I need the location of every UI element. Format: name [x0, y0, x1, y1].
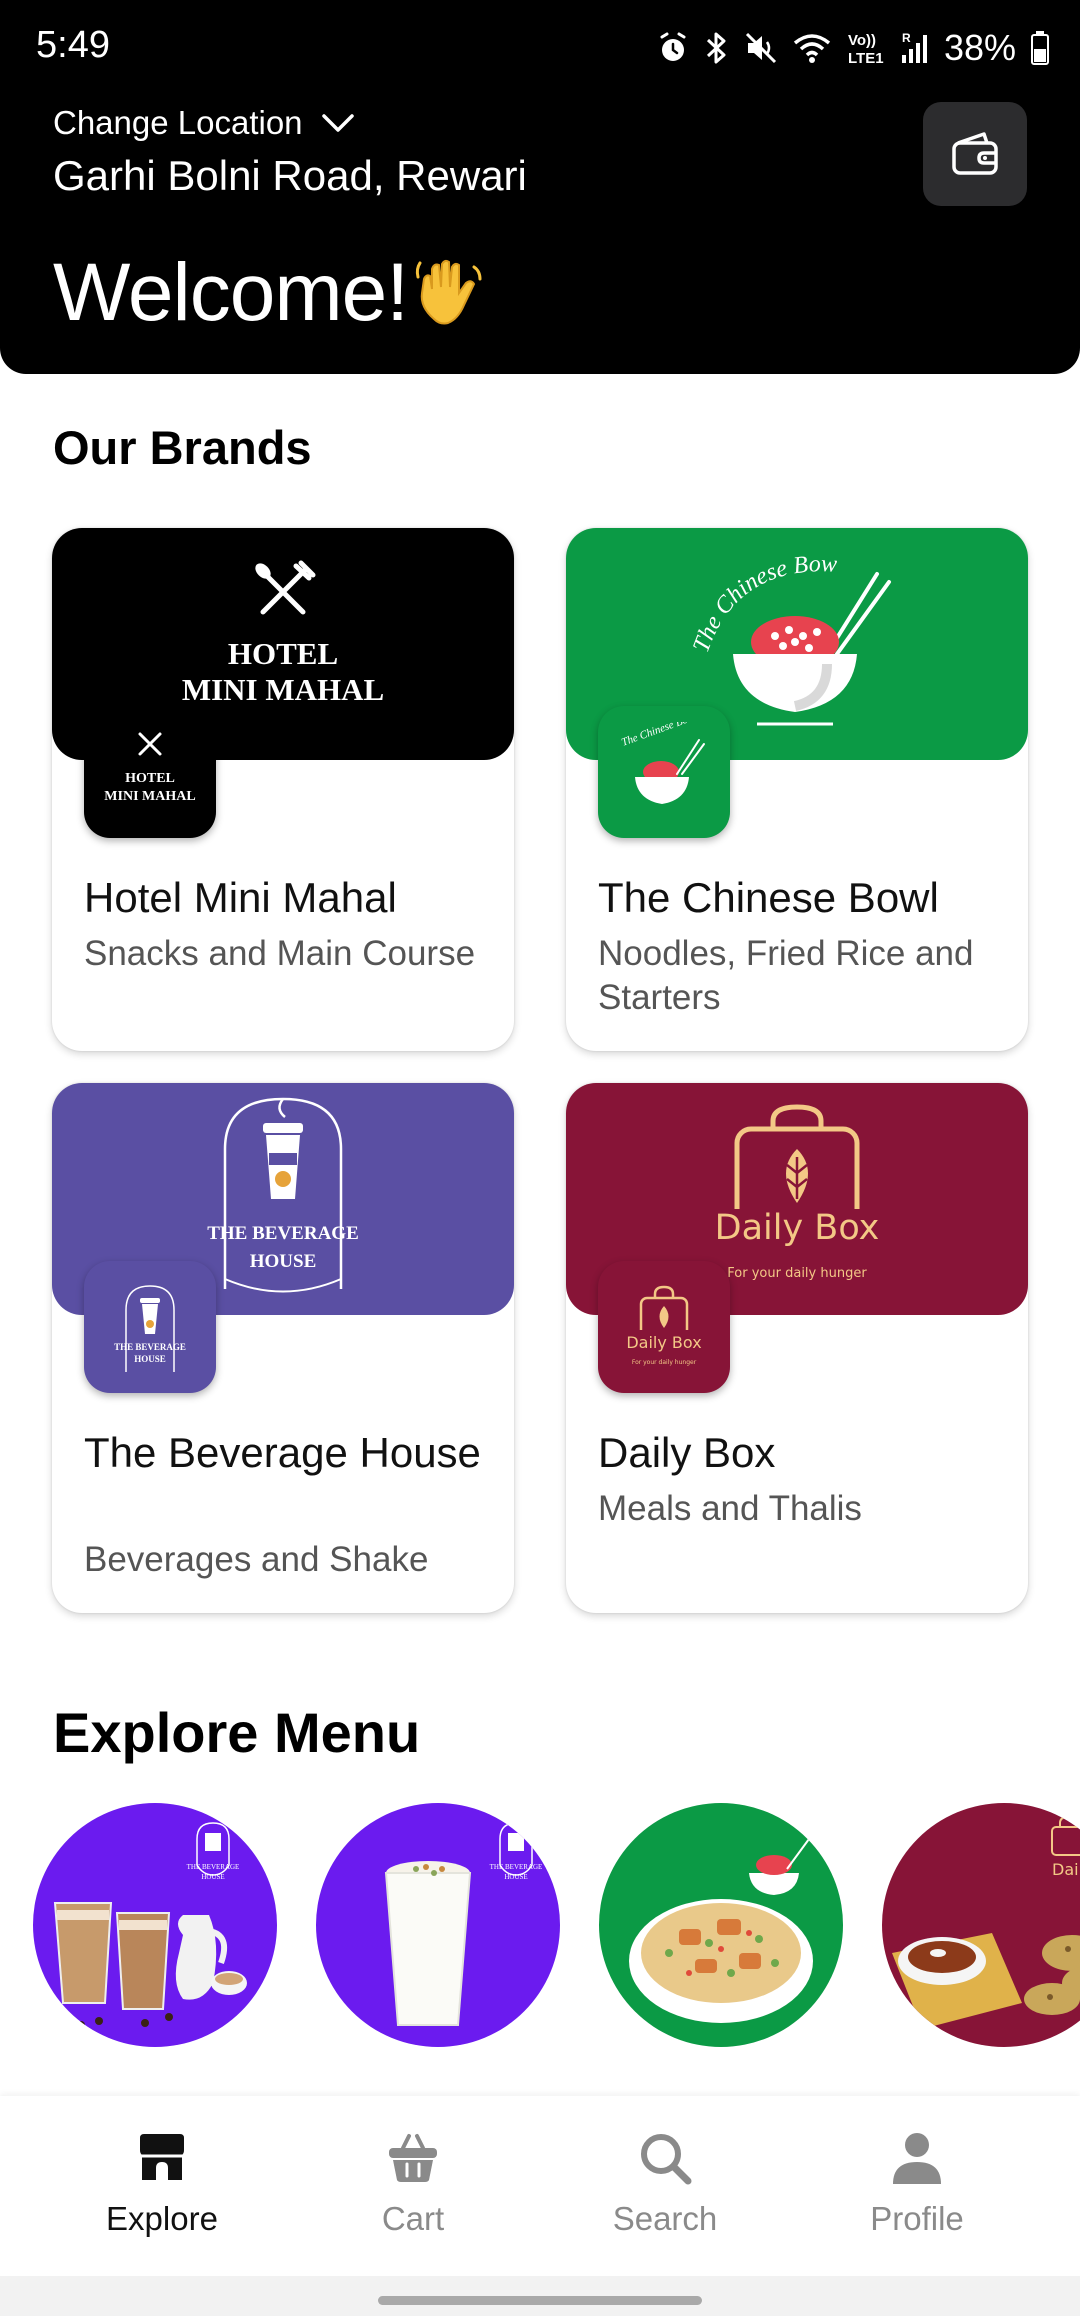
- svg-text:HOUSE: HOUSE: [201, 1873, 224, 1881]
- alarm-icon: [660, 32, 686, 61]
- daily-box-logo: Daily Box For your daily hunger: [626, 1285, 702, 1366]
- brand-logo: THE BEVERAGE HOUSE: [84, 1261, 216, 1393]
- explore-menu-carousel[interactable]: THE BEVERAGE HOUSE THE BEVERAGE HOUSE Da…: [0, 1803, 1080, 2049]
- menu-item-fried-rice[interactable]: [599, 1803, 843, 2047]
- svg-text:For your daily hunger: For your daily hunger: [632, 1359, 697, 1366]
- waving-hand-icon: [415, 259, 482, 325]
- change-location-button[interactable]: Change Location: [53, 104, 355, 142]
- banner-text-line2: MINI MAHAL: [182, 672, 384, 707]
- brand-description: Meals and Thalis: [598, 1489, 862, 1528]
- svg-text:Vo)): Vo)): [848, 32, 876, 49]
- home-gesture-bar[interactable]: [378, 2296, 702, 2305]
- our-brands-title: Our Brands: [53, 421, 312, 474]
- search-icon: [641, 2134, 692, 2185]
- brand-logo: Daily Box For your daily hunger: [598, 1261, 730, 1393]
- fried-rice-image: [629, 1838, 813, 2023]
- wifi-icon: [793, 34, 831, 63]
- svg-text:The Chinese Bowl: The Chinese Bowl: [620, 722, 699, 749]
- welcome-heading: Welcome!: [53, 246, 484, 340]
- chinese-bowl-logo: The Chinese Bowl: [620, 722, 705, 804]
- svg-text:Daily Box: Daily Box: [715, 1208, 880, 1248]
- brand-name: The Beverage House: [84, 1429, 481, 1476]
- person-icon: [893, 2133, 941, 2184]
- chevron-down-icon: [321, 114, 354, 132]
- brand-card-the-beverage-house[interactable]: THE BEVERAGE HOUSE THE BEVERAGE HOUSE Th…: [52, 1083, 514, 1613]
- wallet-button[interactable]: [923, 102, 1027, 206]
- brand-logo: HOTEL MINI MAHAL: [84, 706, 216, 838]
- brand-description: Noodles, Fried Rice and Starters: [598, 934, 974, 1017]
- change-location-label: Change Location: [53, 104, 303, 141]
- svg-text:HOTEL: HOTEL: [125, 771, 175, 786]
- svg-text:THE BEVERAGE: THE BEVERAGE: [187, 1863, 240, 1871]
- svg-text:HOUSE: HOUSE: [134, 1354, 166, 1364]
- store-icon: [140, 2134, 184, 2180]
- beverage-house-logo: THE BEVERAGE HOUSE: [114, 1285, 186, 1372]
- svg-text:HOUSE: HOUSE: [250, 1251, 317, 1272]
- brand-name: The Chinese Bowl: [598, 874, 939, 921]
- battery-percent: 38%: [943, 27, 1016, 68]
- status-bar: 5:49 Vo)) LTE1 R 38%: [0, 0, 1080, 96]
- brand-name: Daily Box: [598, 1429, 776, 1476]
- svg-text:THE BEVERAGE: THE BEVERAGE: [207, 1223, 359, 1244]
- menu-item-cold-coffee[interactable]: THE BEVERAGE HOUSE: [33, 1803, 277, 2047]
- brand-description: Beverages and Shake: [84, 1540, 429, 1579]
- brand-name: Hotel Mini Mahal: [84, 874, 397, 921]
- battery-icon: [1031, 31, 1049, 65]
- wallet-icon: [952, 132, 998, 175]
- network-type-icon: Vo))LTE1: [848, 32, 884, 67]
- basket-icon: [389, 2134, 437, 2182]
- bottom-navigation: Explore Cart Search Profile: [0, 2096, 1080, 2276]
- header: 5:49 Vo)) LTE1 R 38% Change Location Garh…: [0, 0, 1080, 374]
- nav-label: Cart: [381, 2200, 445, 2237]
- bluetooth-icon: [706, 32, 726, 64]
- nav-label: Search: [612, 2200, 718, 2237]
- menu-item-thali[interactable]: Daily: [882, 1803, 1080, 2047]
- lassi-image: THE BEVERAGE HOUSE: [384, 1822, 543, 2026]
- svg-text:THE BEVERAGE: THE BEVERAGE: [490, 1863, 543, 1871]
- thali-image: Daily: [892, 1815, 1080, 2029]
- brand-logo: The Chinese Bowl: [598, 706, 730, 838]
- svg-text:THE BEVERAGE: THE BEVERAGE: [114, 1342, 186, 1352]
- hotel-mini-mahal-logo: HOTEL MINI MAHAL: [104, 732, 196, 804]
- nav-label: Explore: [106, 2200, 218, 2237]
- svg-text:HOUSE: HOUSE: [504, 1873, 527, 1881]
- brand-card-daily-box[interactable]: Daily Box For your daily hunger Daily Bo…: [566, 1083, 1028, 1613]
- nav-profile[interactable]: Profile: [807, 2130, 1027, 2238]
- svg-text:R: R: [902, 31, 911, 45]
- brand-card-hotel-mini-mahal[interactable]: HOTEL MINI MAHAL HOTEL MINI MAHAL Hotel …: [52, 528, 514, 1051]
- status-time: 5:49: [36, 24, 110, 66]
- svg-text:LTE1: LTE1: [848, 50, 884, 67]
- nav-search[interactable]: Search: [555, 2130, 775, 2238]
- svg-text:For your daily hunger: For your daily hunger: [727, 1266, 867, 1281]
- brand-description: Snacks and Main Course: [84, 934, 476, 973]
- welcome-text: Welcome!: [53, 247, 409, 338]
- brand-card-the-chinese-bowl[interactable]: The Chinese Bowl The Chinese Bowl The Ch…: [566, 528, 1028, 1051]
- banner-text-line1: HOTEL: [228, 636, 338, 671]
- mute-icon: [745, 32, 776, 64]
- svg-text:Daily: Daily: [1052, 1860, 1080, 1879]
- status-icons: Vo)) LTE1 R 38%: [656, 26, 1050, 70]
- menu-item-lassi[interactable]: THE BEVERAGE HOUSE: [316, 1803, 560, 2047]
- nav-label: Profile: [870, 2200, 964, 2237]
- nav-explore[interactable]: Explore: [52, 2130, 272, 2238]
- signal-icon: R: [901, 31, 927, 63]
- cold-coffee-image: THE BEVERAGE HOUSE: [53, 1822, 247, 2029]
- location-address[interactable]: Garhi Bolni Road, Rewari: [53, 152, 527, 200]
- svg-text:MINI MAHAL: MINI MAHAL: [104, 789, 195, 804]
- explore-menu-title: Explore Menu: [53, 1701, 421, 1764]
- nav-cart[interactable]: Cart: [303, 2130, 523, 2238]
- svg-text:Daily Box: Daily Box: [626, 1333, 701, 1352]
